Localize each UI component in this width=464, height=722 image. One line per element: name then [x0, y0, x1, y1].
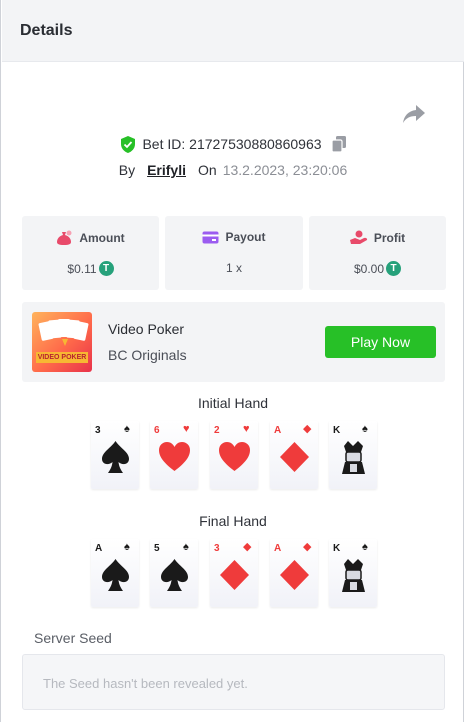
card-suit-pip: ♠	[124, 423, 130, 435]
card-suit-pip: ♥	[243, 423, 250, 435]
card-suit-pip: ♠	[124, 541, 130, 553]
verified-shield-icon	[121, 135, 136, 153]
amount-label: Amount	[79, 230, 125, 245]
panel-header: Details	[2, 0, 464, 62]
card-suit-pip: ◆	[303, 423, 312, 435]
card-suit-pip: ◆	[303, 541, 312, 553]
game-title: Video Poker	[108, 321, 185, 337]
tether-coin-icon: T	[98, 261, 114, 276]
play-now-button[interactable]: Play Now	[325, 326, 436, 358]
playing-card: A ♠	[91, 539, 139, 607]
initial-hand-title: Initial Hand	[197, 395, 269, 411]
game-thumbnail[interactable]: VIDEO POKER	[32, 312, 92, 372]
game-provider: BC Originals	[108, 347, 187, 363]
bet-id-row: Bet ID: 21727530880860963	[1, 134, 464, 154]
final-hand-title: Final Hand	[199, 513, 267, 529]
payout-card: Payout 1 x	[165, 216, 303, 290]
heart-icon	[159, 442, 190, 471]
amount-value: $0.11	[67, 261, 97, 276]
server-seed-placeholder: The Seed hasn't been revealed yet.	[43, 676, 248, 691]
heart-icon	[219, 442, 250, 471]
on-label: On	[198, 162, 217, 178]
playing-card: K ♠	[329, 539, 377, 607]
share-icon[interactable]	[402, 104, 426, 124]
card-rank: K	[333, 543, 341, 554]
card-rank: 3	[214, 543, 220, 554]
bet-date: 13.2.2023, 23:20:06	[222, 162, 348, 178]
profit-value: $0.00	[353, 261, 385, 276]
details-panel: Details Bet ID: 21727530880860963 By Eri…	[0, 0, 464, 722]
card-rank: 3	[95, 425, 101, 436]
card-rank: 2	[214, 425, 220, 436]
user-link[interactable]: Erifyli	[147, 162, 186, 178]
copy-icon[interactable]	[331, 136, 346, 152]
card-icon	[202, 231, 219, 243]
money-bag-icon	[57, 230, 72, 245]
playing-card: 5 ♠	[150, 539, 198, 607]
cards-fan-icon	[38, 319, 89, 346]
payout-label: Payout	[225, 230, 266, 244]
tether-coin-icon: T	[386, 261, 402, 276]
card-suit-pip: ♠	[183, 541, 189, 553]
card-rank: A	[274, 543, 282, 554]
card-rank: 5	[154, 543, 160, 554]
card-suit-pip: ♠	[362, 423, 368, 435]
card-suit-pip: ♥	[183, 423, 190, 435]
panel-title: Details	[20, 22, 73, 39]
playing-card: K ♠	[329, 421, 377, 489]
card-rank: K	[333, 425, 341, 436]
hand-coin-icon	[349, 230, 367, 244]
payout-value: 1 x	[225, 261, 242, 275]
profit-card: Profit $0.00 T	[309, 216, 446, 290]
profit-label: Profit	[373, 230, 406, 245]
playing-card: 6 ♥	[150, 421, 198, 489]
thumbnail-label: VIDEO POKER	[36, 352, 88, 363]
card-suit-pip: ◆	[243, 541, 252, 553]
bet-id: Bet ID: 21727530880860963	[142, 136, 322, 152]
spade-icon	[161, 559, 188, 591]
card-suit-pip: ♠	[362, 541, 368, 553]
bet-meta-row: By Erifyli On 13.2.2023, 23:20:06	[1, 160, 464, 180]
card-rank: 6	[154, 425, 160, 436]
diamond-icon	[220, 560, 249, 590]
diamond-icon	[280, 560, 309, 590]
king-figure-icon	[342, 559, 365, 592]
playing-card: 2 ♥	[210, 421, 258, 489]
by-label: By	[118, 162, 136, 178]
spade-icon	[102, 441, 129, 473]
spade-icon	[102, 559, 129, 591]
card-rank: A	[274, 425, 282, 436]
server-seed-label: Server Seed	[34, 630, 112, 646]
playing-card: A ◆	[270, 539, 318, 607]
amount-card: Amount $0.11 T	[22, 216, 159, 290]
card-rank: A	[95, 543, 103, 554]
playing-card: 3 ◆	[210, 539, 258, 607]
diamond-icon	[280, 442, 309, 472]
king-figure-icon	[342, 441, 365, 474]
playing-card: A ◆	[270, 421, 318, 489]
playing-card: 3 ♠	[91, 421, 139, 489]
game-card: VIDEO POKER Video Poker BC Originals Pla…	[22, 302, 445, 382]
server-seed-field: The Seed hasn't been revealed yet.	[22, 654, 445, 710]
